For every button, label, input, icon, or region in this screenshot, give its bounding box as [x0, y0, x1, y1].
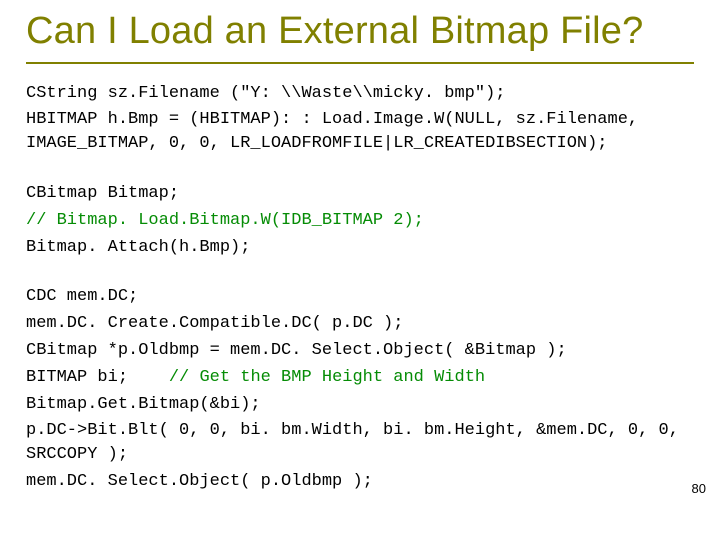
code-line: CBitmap Bitmap; — [26, 182, 694, 206]
code-line: CBitmap *p.Oldbmp = mem.DC. Select.Objec… — [26, 339, 694, 363]
slide-title: Can I Load an External Bitmap File? — [26, 10, 694, 64]
code-block-1: CString sz.Filename ("Y: \\Waste\\micky.… — [26, 82, 694, 156]
code-line: CString sz.Filename ("Y: \\Waste\\micky.… — [26, 82, 694, 106]
code-line: mem.DC. Select.Object( p.Oldbmp ); — [26, 470, 694, 494]
code-line: CDC mem.DC; — [26, 285, 694, 309]
slide: Can I Load an External Bitmap File? CStr… — [0, 0, 720, 540]
code-line: BITMAP bi; // Get the BMP Height and Wid… — [26, 366, 694, 390]
code-block-2: CBitmap Bitmap; // Bitmap. Load.Bitmap.W… — [26, 182, 694, 259]
code-block-3: CDC mem.DC; mem.DC. Create.Compatible.DC… — [26, 285, 694, 493]
inline-comment: // Get the BMP Height and Width — [169, 368, 485, 387]
code-line: p.DC->Bit.Blt( 0, 0, bi. bm.Width, bi. b… — [26, 419, 694, 467]
slide-number: 80 — [692, 481, 706, 496]
code-line: Bitmap. Attach(h.Bmp); — [26, 236, 694, 260]
code-text: BITMAP bi; — [26, 368, 128, 387]
code-line: mem.DC. Create.Compatible.DC( p.DC ); — [26, 312, 694, 336]
code-line-comment: // Bitmap. Load.Bitmap.W(IDB_BITMAP 2); — [26, 209, 694, 233]
code-line: Bitmap.Get.Bitmap(&bi); — [26, 393, 694, 417]
code-line: HBITMAP h.Bmp = (HBITMAP): : Load.Image.… — [26, 108, 694, 156]
